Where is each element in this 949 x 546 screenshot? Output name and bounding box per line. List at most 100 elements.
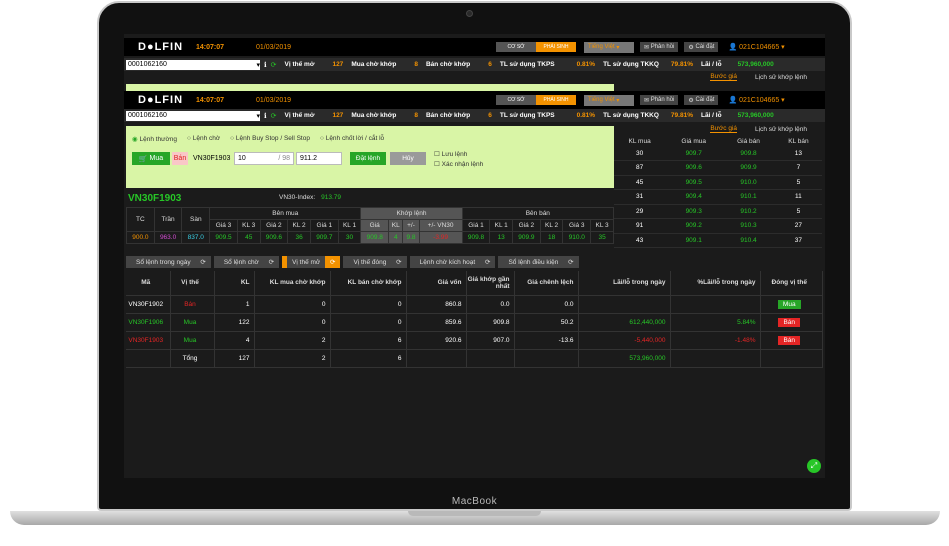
depth-gia-mua[interactable]: 909.2	[665, 218, 723, 234]
tkkq-label-2: TL sử dụng TKKQ	[603, 112, 659, 119]
ban-cho-khop-label: Bán chờ khớp	[425, 61, 471, 68]
expand-icon[interactable]: ⤢	[807, 459, 821, 473]
save-order-checkbox[interactable]: Lưu lệnh	[434, 150, 468, 158]
ask-price-1[interactable]: 909.8	[461, 231, 491, 244]
order-type-cho[interactable]: Lệnh chờ	[187, 135, 220, 143]
order-type-group: Lệnh thường Lệnh chờ Lệnh Buy Stop / Sel…	[132, 135, 394, 143]
order-type-stop[interactable]: Lệnh Buy Stop / Sell Stop	[230, 135, 310, 143]
tkkq-value-2: 79.81%	[670, 112, 693, 119]
th-bg2: Giá 2	[259, 219, 289, 232]
account-menu[interactable]: 👤 021C104665 ▾	[728, 43, 784, 51]
tab-so-lenh-dieu-kien[interactable]: Sổ lệnh điều kiện ⟳	[498, 256, 579, 268]
ask-price-2[interactable]: 909.9	[512, 231, 541, 244]
depth-kl-mua: 30	[614, 146, 666, 161]
tab-vi-the-mo[interactable]: Vị thế mở ⟳	[282, 256, 341, 268]
depth-kl-ban: 27	[774, 218, 822, 234]
account-menu-2[interactable]: 👤 021C104665 ▾	[728, 96, 784, 104]
tab-lenh-cho-kich-hoat[interactable]: Lệnh chờ kích hoạt ⟳	[409, 256, 496, 268]
sub-tabs: Bước giá Lịch sử khớp lệnh	[124, 71, 825, 83]
order-type-thuong[interactable]: Lệnh thường	[132, 135, 177, 143]
tab-vi-the-dong[interactable]: Vị thế đóng ⟳	[343, 256, 407, 268]
feedback-button[interactable]: ✉ Phản hồi	[640, 42, 679, 52]
settings-button[interactable]: ⚙ Cài đặt	[684, 42, 719, 52]
th-kgia: Giá	[360, 219, 390, 232]
quantity-input[interactable]: 10/ 98	[234, 152, 294, 165]
th-bg3: Giá 3	[209, 219, 238, 232]
total-label: Tổng	[170, 349, 215, 368]
th-gia-ban: Giá bán	[737, 137, 760, 145]
th-bkl2: KL 2	[287, 219, 311, 232]
th-kpm: +/-	[402, 219, 420, 232]
confirm-order-checkbox[interactable]: Xác nhận lệnh	[434, 160, 484, 168]
sell-button[interactable]: Bán	[172, 152, 188, 165]
tab-so-lenh-trong-ngay[interactable]: Sổ lệnh trong ngày ⟳	[126, 256, 211, 268]
ask-price-3[interactable]: 910.0	[562, 231, 592, 244]
refresh-icon[interactable]: ⟳	[271, 61, 277, 69]
tab-buoc-gia-2[interactable]: Bước giá	[710, 125, 738, 133]
feedback-button-2[interactable]: ✉ Phản hồi	[640, 95, 679, 105]
depth-gia-mua[interactable]: 909.4	[665, 189, 723, 205]
tab-co-so[interactable]: CƠ SỞ	[496, 42, 536, 52]
depth-gia-ban[interactable]: 910.2	[722, 204, 775, 219]
order-type-tp-sl[interactable]: Lệnh chốt lời / cắt lỗ	[320, 135, 384, 143]
tab-so-lenh-cho[interactable]: Sổ lệnh chờ ⟳	[213, 256, 280, 268]
tab-phai-sinh-2[interactable]: PHÁI SINH	[536, 95, 576, 105]
account-select-2[interactable]: 0001062160 ▾	[126, 110, 260, 121]
mua-cho-khop-value: 8	[414, 61, 418, 68]
position-row: VN30F1906 Mua 122 0 0 859.6 909.8 50.2 612,440,0…	[126, 313, 823, 332]
tab-co-so-2[interactable]: CƠ SỞ	[496, 95, 536, 105]
depth-gia-mua[interactable]: 909.3	[665, 204, 723, 219]
buy-button[interactable]: 🛒 Mua	[132, 152, 170, 165]
close-position-button[interactable]: Bán	[778, 317, 801, 327]
total-kl-mua: 2	[254, 349, 331, 368]
depth-gia-ban[interactable]: 910.0	[722, 175, 775, 190]
tab-lich-su[interactable]: Lịch sử khớp lệnh	[755, 74, 807, 81]
bid-price-1[interactable]: 909.7	[309, 231, 339, 244]
symbol-field[interactable]: VN30F1903	[190, 152, 232, 165]
th-skl2: KL 2	[539, 219, 564, 232]
depth-gia-ban[interactable]: 909.8	[722, 146, 775, 161]
tab-buoc-gia[interactable]: Bước giá	[710, 73, 738, 81]
depth-gia-mua[interactable]: 909.7	[665, 146, 723, 161]
language-select-2[interactable]: Tiếng Việt ▾	[584, 94, 634, 106]
depth-kl-mua: 31	[614, 189, 666, 205]
cancel-button[interactable]: Hủy	[390, 152, 426, 165]
close-position-button[interactable]: Mua	[777, 299, 801, 309]
language-select[interactable]: Tiếng Việt ▾	[584, 41, 634, 53]
depth-gia-mua[interactable]: 909.5	[665, 175, 723, 190]
top-bar: D●LFIN 14:07:07 01/03/2019 CƠ SỞ PHÁI SI…	[124, 38, 825, 56]
bid-price-2[interactable]: 909.6	[259, 231, 289, 244]
depth-gia-mua[interactable]: 909.1	[665, 233, 723, 248]
depth-kl-ban: 5	[774, 204, 822, 219]
depth-gia-mua[interactable]: 909.6	[665, 160, 723, 176]
account-select[interactable]: 0001062160 ▾	[126, 59, 260, 70]
th-skl3: KL 3	[590, 219, 614, 232]
depth-gia-ban[interactable]: 909.9	[722, 160, 775, 176]
place-order-button[interactable]: Đặt lệnh	[350, 152, 386, 165]
th-kl-mua-cho: KL mua chờ khớp	[254, 271, 331, 296]
refresh-icon-2[interactable]: ⟳	[271, 112, 277, 120]
app-logo[interactable]: D●LFIN	[138, 41, 196, 53]
account-info-bar-2: 0001062160 ▾ ℹ ⟳ Vị thế mở 127 Mua chờ kh…	[124, 109, 825, 122]
bid-price-3[interactable]: 909.5	[209, 231, 238, 244]
th-sg1: Giá 1	[461, 219, 491, 232]
depth-gia-ban[interactable]: 910.4	[722, 233, 775, 248]
pos-lailo: -5,440,000	[578, 331, 671, 350]
app-logo-2[interactable]: D●LFIN	[138, 94, 196, 106]
th-ben-ban: Bên bán	[461, 207, 615, 220]
depth-gia-ban[interactable]: 910.1	[722, 189, 775, 205]
tab-lich-su-2[interactable]: Lịch sử khớp lệnh	[755, 126, 807, 133]
tab-phai-sinh[interactable]: PHÁI SINH	[536, 42, 576, 52]
depth-kl-mua: 45	[614, 175, 666, 190]
th-pct: %Lãi/lỗ trong ngày	[670, 271, 761, 296]
pos-kl-ban: 0	[330, 295, 407, 314]
info-icon[interactable]: ℹ	[264, 61, 267, 69]
app-screen: D●LFIN 14:07:07 01/03/2019 CƠ SỞ PHÁI SI…	[124, 34, 825, 478]
info-icon-2[interactable]: ℹ	[264, 112, 267, 120]
depth-gia-ban[interactable]: 910.3	[722, 218, 775, 234]
close-position-button[interactable]: Bán	[778, 335, 801, 345]
pos-pct: 5.84%	[670, 313, 761, 332]
price-input[interactable]: 911.2	[296, 152, 342, 165]
th-gia-mua: Giá mua	[681, 137, 706, 145]
settings-button-2[interactable]: ⚙ Cài đặt	[684, 95, 719, 105]
